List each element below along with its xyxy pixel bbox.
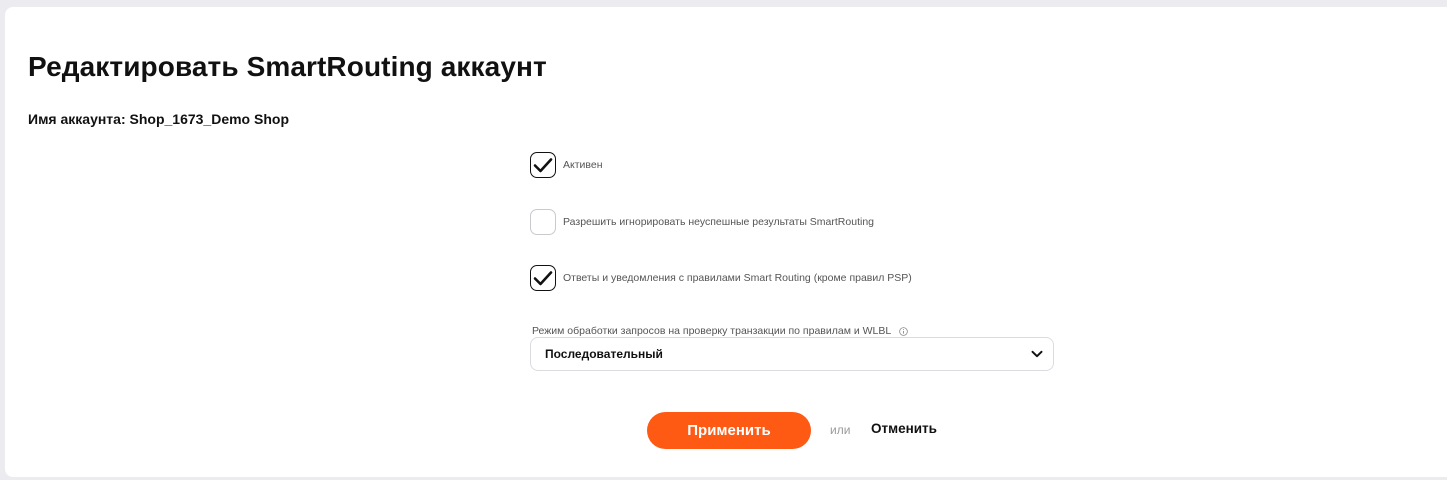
ignore-failed-label[interactable]: Разрешить игнорировать неуспешные резуль… — [563, 216, 874, 228]
or-separator: или — [830, 423, 851, 437]
edit-account-card: Редактировать SmartRouting аккаунт Имя а… — [5, 7, 1447, 477]
ignore-failed-checkbox[interactable] — [530, 209, 556, 235]
active-checkbox[interactable] — [530, 152, 556, 178]
apply-button[interactable]: Применить — [647, 412, 811, 449]
mode-select[interactable]: Последовательный — [530, 337, 1054, 371]
checkmark-icon — [533, 271, 553, 286]
account-name: Имя аккаунта: Shop_1673_Demo Shop — [28, 111, 289, 127]
option-replies-notifications[interactable]: Ответы и уведомления с правилами Smart R… — [530, 264, 912, 292]
mode-select-value: Последовательный — [545, 347, 663, 361]
option-ignore-failed[interactable]: Разрешить игнорировать неуспешные резуль… — [530, 208, 874, 236]
option-active[interactable]: Активен — [530, 151, 603, 179]
mode-select-caption-text: Режим обработки запросов на проверку тра… — [532, 325, 892, 337]
info-icon[interactable] — [899, 326, 908, 336]
active-label[interactable]: Активен — [563, 159, 603, 171]
checkmark-icon — [533, 158, 553, 173]
page-title: Редактировать SmartRouting аккаунт — [28, 51, 547, 82]
mode-select-caption: Режим обработки запросов на проверку тра… — [532, 325, 908, 337]
replies-notifications-label[interactable]: Ответы и уведомления с правилами Smart R… — [563, 272, 912, 284]
cancel-link[interactable]: Отменить — [871, 421, 937, 436]
replies-notifications-checkbox[interactable] — [530, 265, 556, 291]
chevron-down-icon — [1031, 350, 1043, 358]
